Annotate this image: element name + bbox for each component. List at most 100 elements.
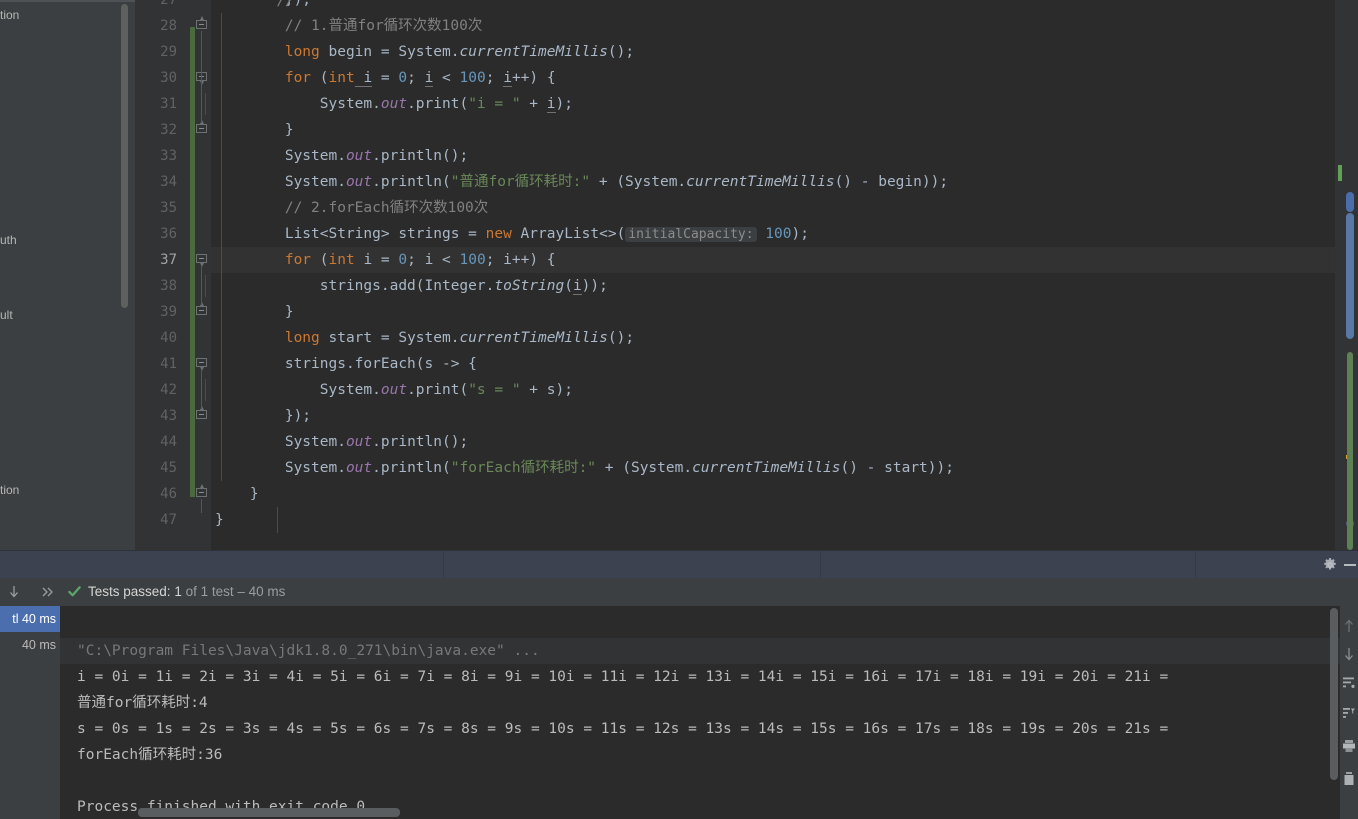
line-number[interactable]: 31 xyxy=(135,91,185,117)
editor-scroll-segment-b[interactable] xyxy=(1347,352,1353,550)
code-line[interactable]: // 1.普通for循环次数100次 xyxy=(211,13,1358,39)
fold-box xyxy=(196,20,207,29)
line-number[interactable]: 30 xyxy=(135,65,185,91)
code-fold-marker[interactable] xyxy=(196,120,209,137)
line-number[interactable]: 37 xyxy=(135,247,185,273)
console-output-line[interactable]: s = 0s = 1s = 2s = 3s = 4s = 5s = 6s = 7… xyxy=(60,716,1358,742)
line-number[interactable]: 44 xyxy=(135,429,185,455)
code-line[interactable]: System.out.print("i = " + i); xyxy=(211,91,1358,117)
line-number[interactable]: 39 xyxy=(135,299,185,325)
run-tool-window[interactable]: Tests passed: 1 of 1 test – 40 ms tl 40 … xyxy=(0,578,1358,819)
filter-icon[interactable] xyxy=(1342,706,1356,720)
arrow-down-icon[interactable] xyxy=(6,584,22,600)
code-line[interactable]: long start = System.currentTimeMillis(); xyxy=(211,325,1358,351)
console-output-line[interactable]: forEach循环耗时:36 xyxy=(60,742,1358,768)
code-line[interactable]: System.out.println("普通for循环耗时:" + (Syste… xyxy=(211,169,1358,195)
code-token: for xyxy=(284,70,312,86)
editor-scroll-segment-a[interactable] xyxy=(1346,192,1354,212)
scroll-down-icon[interactable] xyxy=(1342,646,1356,662)
panel-row-3[interactable]: tion xyxy=(0,481,120,499)
line-number[interactable]: 29 xyxy=(135,39,185,65)
line-number[interactable]: 38 xyxy=(135,273,185,299)
panel-row-1[interactable]: uth xyxy=(0,231,120,249)
minimize-icon[interactable] xyxy=(1344,564,1356,566)
panel-row-2[interactable]: ult xyxy=(0,306,120,324)
code-line[interactable]: strings.add(Integer.toString(i)); xyxy=(211,273,1358,299)
code-fold-marker[interactable] xyxy=(196,254,209,267)
editor-vertical-scrollbar[interactable] xyxy=(1346,213,1354,339)
console-command-line[interactable]: "C:\Program Files\Java\jdk1.8.0_271\bin\… xyxy=(60,638,1358,664)
panel-vertical-scrollbar[interactable] xyxy=(121,4,128,308)
code-line[interactable]: } xyxy=(211,299,1358,325)
line-number[interactable]: 33 xyxy=(135,143,185,169)
line-number[interactable]: 42 xyxy=(135,377,185,403)
line-number[interactable]: 41 xyxy=(135,351,185,377)
code-line[interactable]: System.out.println("forEach循环耗时:" + (Sys… xyxy=(211,455,1358,481)
editor-gutter[interactable]: 27 28 29 30 31 32 33 34 35 36 37 38 39 40 41 42 43 44 45 46… xyxy=(135,0,195,550)
scroll-up-icon[interactable] xyxy=(1342,618,1356,634)
gear-icon[interactable] xyxy=(1322,557,1338,573)
code-line[interactable]: List<String> strings = new ArrayList<>(i… xyxy=(211,221,1358,247)
code-line[interactable]: } xyxy=(211,481,1358,507)
code-line[interactable]: System.out.println(); xyxy=(211,143,1358,169)
line-number[interactable]: 36 xyxy=(135,221,185,247)
console-output-line[interactable]: i = 0i = 1i = 2i = 3i = 4i = 5i = 6i = 7… xyxy=(60,664,1358,690)
line-number[interactable]: 28 xyxy=(135,13,185,39)
line-number[interactable]: 34 xyxy=(135,169,185,195)
console-horizontal-scrollbar[interactable] xyxy=(138,808,400,817)
code-token: out xyxy=(345,434,373,450)
stripe-mark-green[interactable] xyxy=(1338,165,1342,181)
code-line[interactable]: for (int i = 0; i < 100; i++) { xyxy=(211,65,1358,91)
line-number[interactable]: 47 xyxy=(135,507,185,533)
print-icon[interactable] xyxy=(1342,739,1356,753)
code-line[interactable]: System.out.print("s = " + s); xyxy=(211,377,1358,403)
code-fold-marker[interactable] xyxy=(196,484,209,501)
console-vertical-scrollbar[interactable] xyxy=(1330,608,1338,780)
code-fold-marker[interactable] xyxy=(196,72,209,85)
console-output-line[interactable]: 普通for循环耗时:4 xyxy=(60,690,1358,716)
clear-all-icon[interactable] xyxy=(1342,771,1356,787)
code-line[interactable]: System.out.println(); xyxy=(211,429,1358,455)
test-results-tree[interactable]: tl 40 ms 40 ms xyxy=(0,606,60,819)
line-number[interactable]: 35 xyxy=(135,195,185,221)
line-number[interactable]: 43 xyxy=(135,403,185,429)
code-token: int xyxy=(328,70,355,86)
line-number[interactable]: 27 xyxy=(135,0,185,13)
panel-row-0[interactable]: tion xyxy=(0,6,120,24)
double-chevron-right-icon[interactable] xyxy=(41,586,55,598)
line-number[interactable]: 46 xyxy=(135,481,185,507)
code-token: ( xyxy=(564,278,573,294)
console-side-toolbar[interactable] xyxy=(1340,606,1358,819)
code-line[interactable]: } xyxy=(211,507,1358,533)
code-fold-marker[interactable] xyxy=(196,16,209,33)
test-tree-row-1[interactable]: 40 ms xyxy=(0,632,60,658)
code-line[interactable]: }); xyxy=(211,0,1358,13)
code-fold-marker[interactable] xyxy=(196,302,209,319)
project-tool-panel[interactable]: tion uth ult tion xyxy=(0,0,135,550)
code-text-area[interactable]: }); // 1.普通for循环次数100次 long begin = Syst… xyxy=(211,0,1358,537)
code-line[interactable]: } xyxy=(211,117,1358,143)
status-bar[interactable] xyxy=(0,550,1358,578)
console-output[interactable]: "C:\Program Files\Java\jdk1.8.0_271\bin\… xyxy=(60,606,1358,819)
code-line[interactable]: // 2.forEach循环次数100次 xyxy=(211,195,1358,221)
line-number[interactable]: 40 xyxy=(135,325,185,351)
fold-box xyxy=(196,488,207,497)
line-number[interactable]: 45 xyxy=(135,455,185,481)
soft-wrap-icon[interactable] xyxy=(1342,676,1356,690)
code-token: )); xyxy=(581,278,608,294)
code-line[interactable]: strings.forEach(s -> { xyxy=(211,351,1358,377)
code-token: 100 xyxy=(459,252,486,268)
test-tree-row-0[interactable]: tl 40 ms xyxy=(0,606,60,632)
code-line[interactable]: long begin = System.currentTimeMillis(); xyxy=(211,39,1358,65)
run-toolbar[interactable]: Tests passed: 1 of 1 test – 40 ms xyxy=(0,578,1358,606)
line-number[interactable]: 32 xyxy=(135,117,185,143)
code-line[interactable]: }); xyxy=(211,403,1358,429)
console-output-line[interactable] xyxy=(60,768,1358,794)
code-fold-marker[interactable] xyxy=(196,358,209,371)
code-fold-marker[interactable] xyxy=(196,406,209,423)
code-token: begin = System. xyxy=(319,44,460,60)
code-folding-column[interactable] xyxy=(195,0,211,550)
code-editor[interactable]: 27 28 29 30 31 32 33 34 35 36 37 38 39 40 41 42 43 44 45 46… xyxy=(135,0,1358,550)
code-line[interactable]: for (int i = 0; i < 100; i++) { xyxy=(211,247,1358,273)
